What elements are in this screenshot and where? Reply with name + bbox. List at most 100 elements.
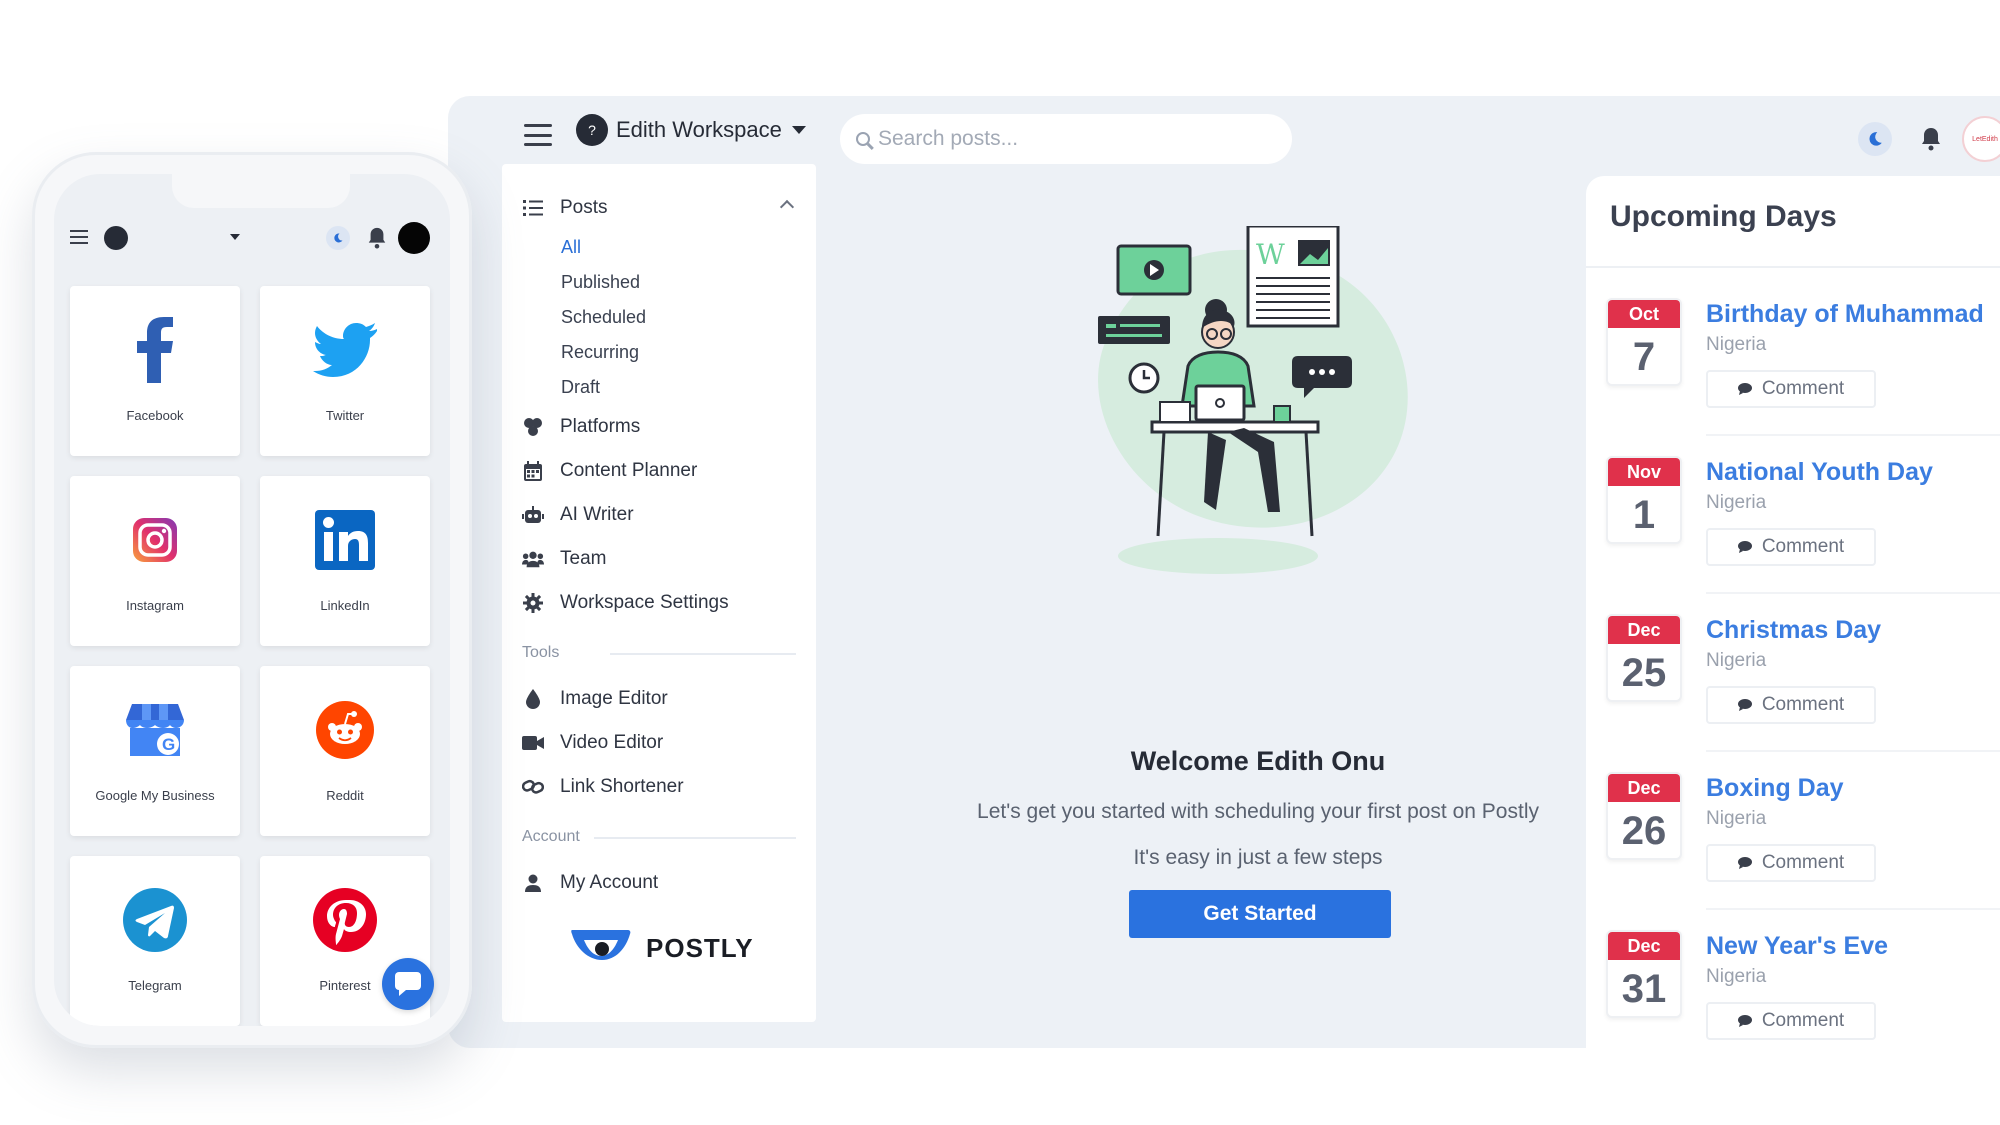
comment-label: Comment [1761,694,1845,715]
sidebar-item-label: Link Shortener [560,776,684,797]
pinterest-icon [313,888,377,952]
sidebar-subitem-recurring[interactable]: Recurring [502,335,816,370]
calendar-date-icon: Dec 25 [1606,614,1682,702]
event-country: Nigeria [1706,492,1767,513]
tile-label: Twitter [325,408,365,423]
calendar-date-icon: Dec 26 [1606,772,1682,860]
sidebar-item-label: Image Editor [560,688,668,709]
platform-tile-google-my-business[interactable]: G Google My Business [70,666,240,836]
event-name-link[interactable]: National Youth Day [1706,458,1933,487]
avatar-text: LetEdith [1972,135,1998,143]
platforms-icon [522,416,544,438]
tile-label: Instagram [126,598,184,613]
calendar-date-icon: Dec 31 [1606,930,1682,1018]
notifications-button[interactable] [1914,122,1948,156]
platform-tile-facebook[interactable]: Facebook [70,286,240,456]
event-country: Nigeria [1706,334,1767,355]
sidebar-item-content-planner[interactable]: Content Planner [502,449,816,493]
sidebar-item-workspace-settings[interactable]: Workspace Settings [502,581,816,625]
search-bar[interactable] [840,114,1292,164]
workspace-avatar[interactable] [104,226,128,250]
upcoming-event: Nov 1 National Youth Day Nigeria Comment [1606,456,2000,606]
sidebar-item-label: Posts [560,197,608,218]
panel-divider [1586,266,2000,268]
gear-icon [522,592,544,614]
menu-toggle-icon[interactable] [70,230,88,244]
chat-support-button[interactable] [382,958,434,1010]
comment-icon [1737,541,1752,553]
comment-button[interactable]: Comment [1706,686,1876,724]
sidebar-item-team[interactable]: Team [502,537,816,581]
workspace-switcher[interactable]: ? Edith Workspace [576,114,806,146]
event-name-link[interactable]: Birthday of Muhammad [1706,300,1984,329]
sidebar-item-label: Content Planner [560,460,698,481]
bell-icon[interactable] [366,226,388,250]
tile-label: Telegram [128,978,182,993]
welcome-illustration: W [1098,226,1408,574]
welcome-title: Welcome Edith Onu [1130,746,1386,776]
platform-tile-telegram[interactable]: Telegram [70,856,240,1026]
event-name-link[interactable]: New Year's Eve [1706,932,1888,961]
event-divider [1706,908,2000,910]
sidebar-item-ai-writer[interactable]: AI Writer [502,493,816,537]
stage: ? Edith Workspace LetEdith Posts [0,0,2000,1125]
event-country: Nigeria [1706,808,1767,829]
section-label: Tools [522,644,560,661]
facebook-icon [123,317,187,383]
section-label: Account [522,828,580,845]
twitter-icon [313,318,377,382]
dark-mode-toggle[interactable] [1858,122,1892,156]
workspace-name: Edith Workspace [616,117,782,142]
dark-mode-toggle[interactable] [326,226,350,250]
event-name-link[interactable]: Christmas Day [1706,616,1881,645]
sidebar-subitem-all[interactable]: All [502,230,816,265]
comment-button[interactable]: Comment [1706,528,1876,566]
user-avatar[interactable] [398,222,430,254]
sidebar-item-image-editor[interactable]: Image Editor [502,677,816,721]
search-input[interactable] [878,127,1258,151]
user-avatar[interactable]: LetEdith [1962,116,2000,162]
sidebar-item-video-editor[interactable]: Video Editor [502,721,816,765]
section-divider [610,653,796,655]
search-icon [856,132,870,146]
chevron-up-icon[interactable] [779,199,795,215]
event-country: Nigeria [1706,966,1767,987]
platform-tile-instagram[interactable]: Instagram [70,476,240,646]
comment-label: Comment [1761,536,1845,557]
comment-label: Comment [1761,1010,1845,1031]
comment-label: Comment [1761,378,1845,399]
comment-button[interactable]: Comment [1706,1002,1876,1040]
comment-icon [1737,383,1752,395]
sidebar-subitem-published[interactable]: Published [502,265,816,300]
chevron-down-icon[interactable] [230,234,240,240]
sidebar-item-platforms[interactable]: Platforms [502,405,816,449]
link-icon [522,776,544,798]
upcoming-event: Dec 25 Christmas Day Nigeria Comment [1606,614,2000,764]
comment-button[interactable]: Comment [1706,370,1876,408]
platform-tile-linkedin[interactable]: LinkedIn [260,476,430,646]
sidebar-item-posts[interactable]: Posts [502,186,816,230]
sidebar-item-label: Video Editor [560,732,664,753]
video-icon [522,732,544,754]
workspace-avatar: ? [576,114,608,146]
platform-tile-twitter[interactable]: Twitter [260,286,430,456]
platform-tile-reddit[interactable]: Reddit [260,666,430,836]
sidebar-item-my-account[interactable]: My Account [502,861,816,905]
get-started-button[interactable]: Get Started [1129,890,1391,938]
user-icon [522,872,544,894]
event-month: Dec [1608,932,1680,960]
list-icon [522,197,544,219]
menu-toggle-icon[interactable] [524,124,552,146]
bell-icon [1922,128,1940,151]
calendar-date-icon: Oct 7 [1606,298,1682,386]
event-day: 7 [1632,335,1656,379]
sidebar-subitem-draft[interactable]: Draft [502,370,816,405]
brand-name: POSTLY [646,932,754,963]
linkedin-icon [313,508,377,572]
sidebar-item-label: My Account [560,872,659,893]
welcome-subtitle-2: It's easy in just a few steps [1133,846,1383,869]
comment-button[interactable]: Comment [1706,844,1876,882]
sidebar-subitem-scheduled[interactable]: Scheduled [502,300,816,335]
sidebar-item-link-shortener[interactable]: Link Shortener [502,765,816,809]
event-name-link[interactable]: Boxing Day [1706,774,1844,803]
